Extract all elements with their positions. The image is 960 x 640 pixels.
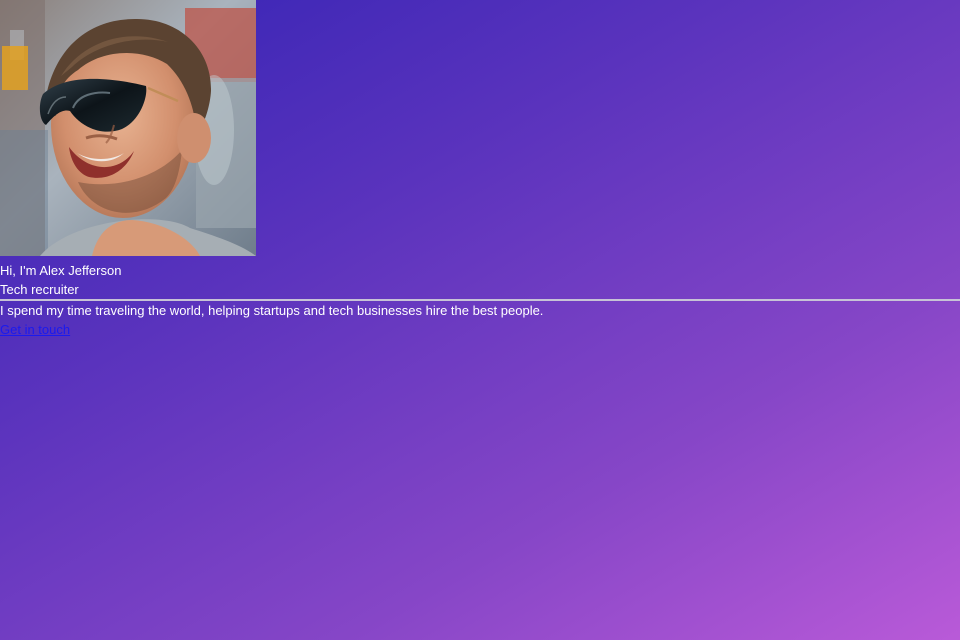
get-in-touch-link[interactable]: Get in touch <box>0 322 70 338</box>
section-divider <box>0 299 960 301</box>
profile-greeting: Hi, I'm Alex Jefferson <box>0 263 122 278</box>
profile-bio: I spend my time traveling the world, hel… <box>0 303 544 318</box>
avatar <box>0 0 256 256</box>
profile-role: Tech recruiter <box>0 282 79 297</box>
